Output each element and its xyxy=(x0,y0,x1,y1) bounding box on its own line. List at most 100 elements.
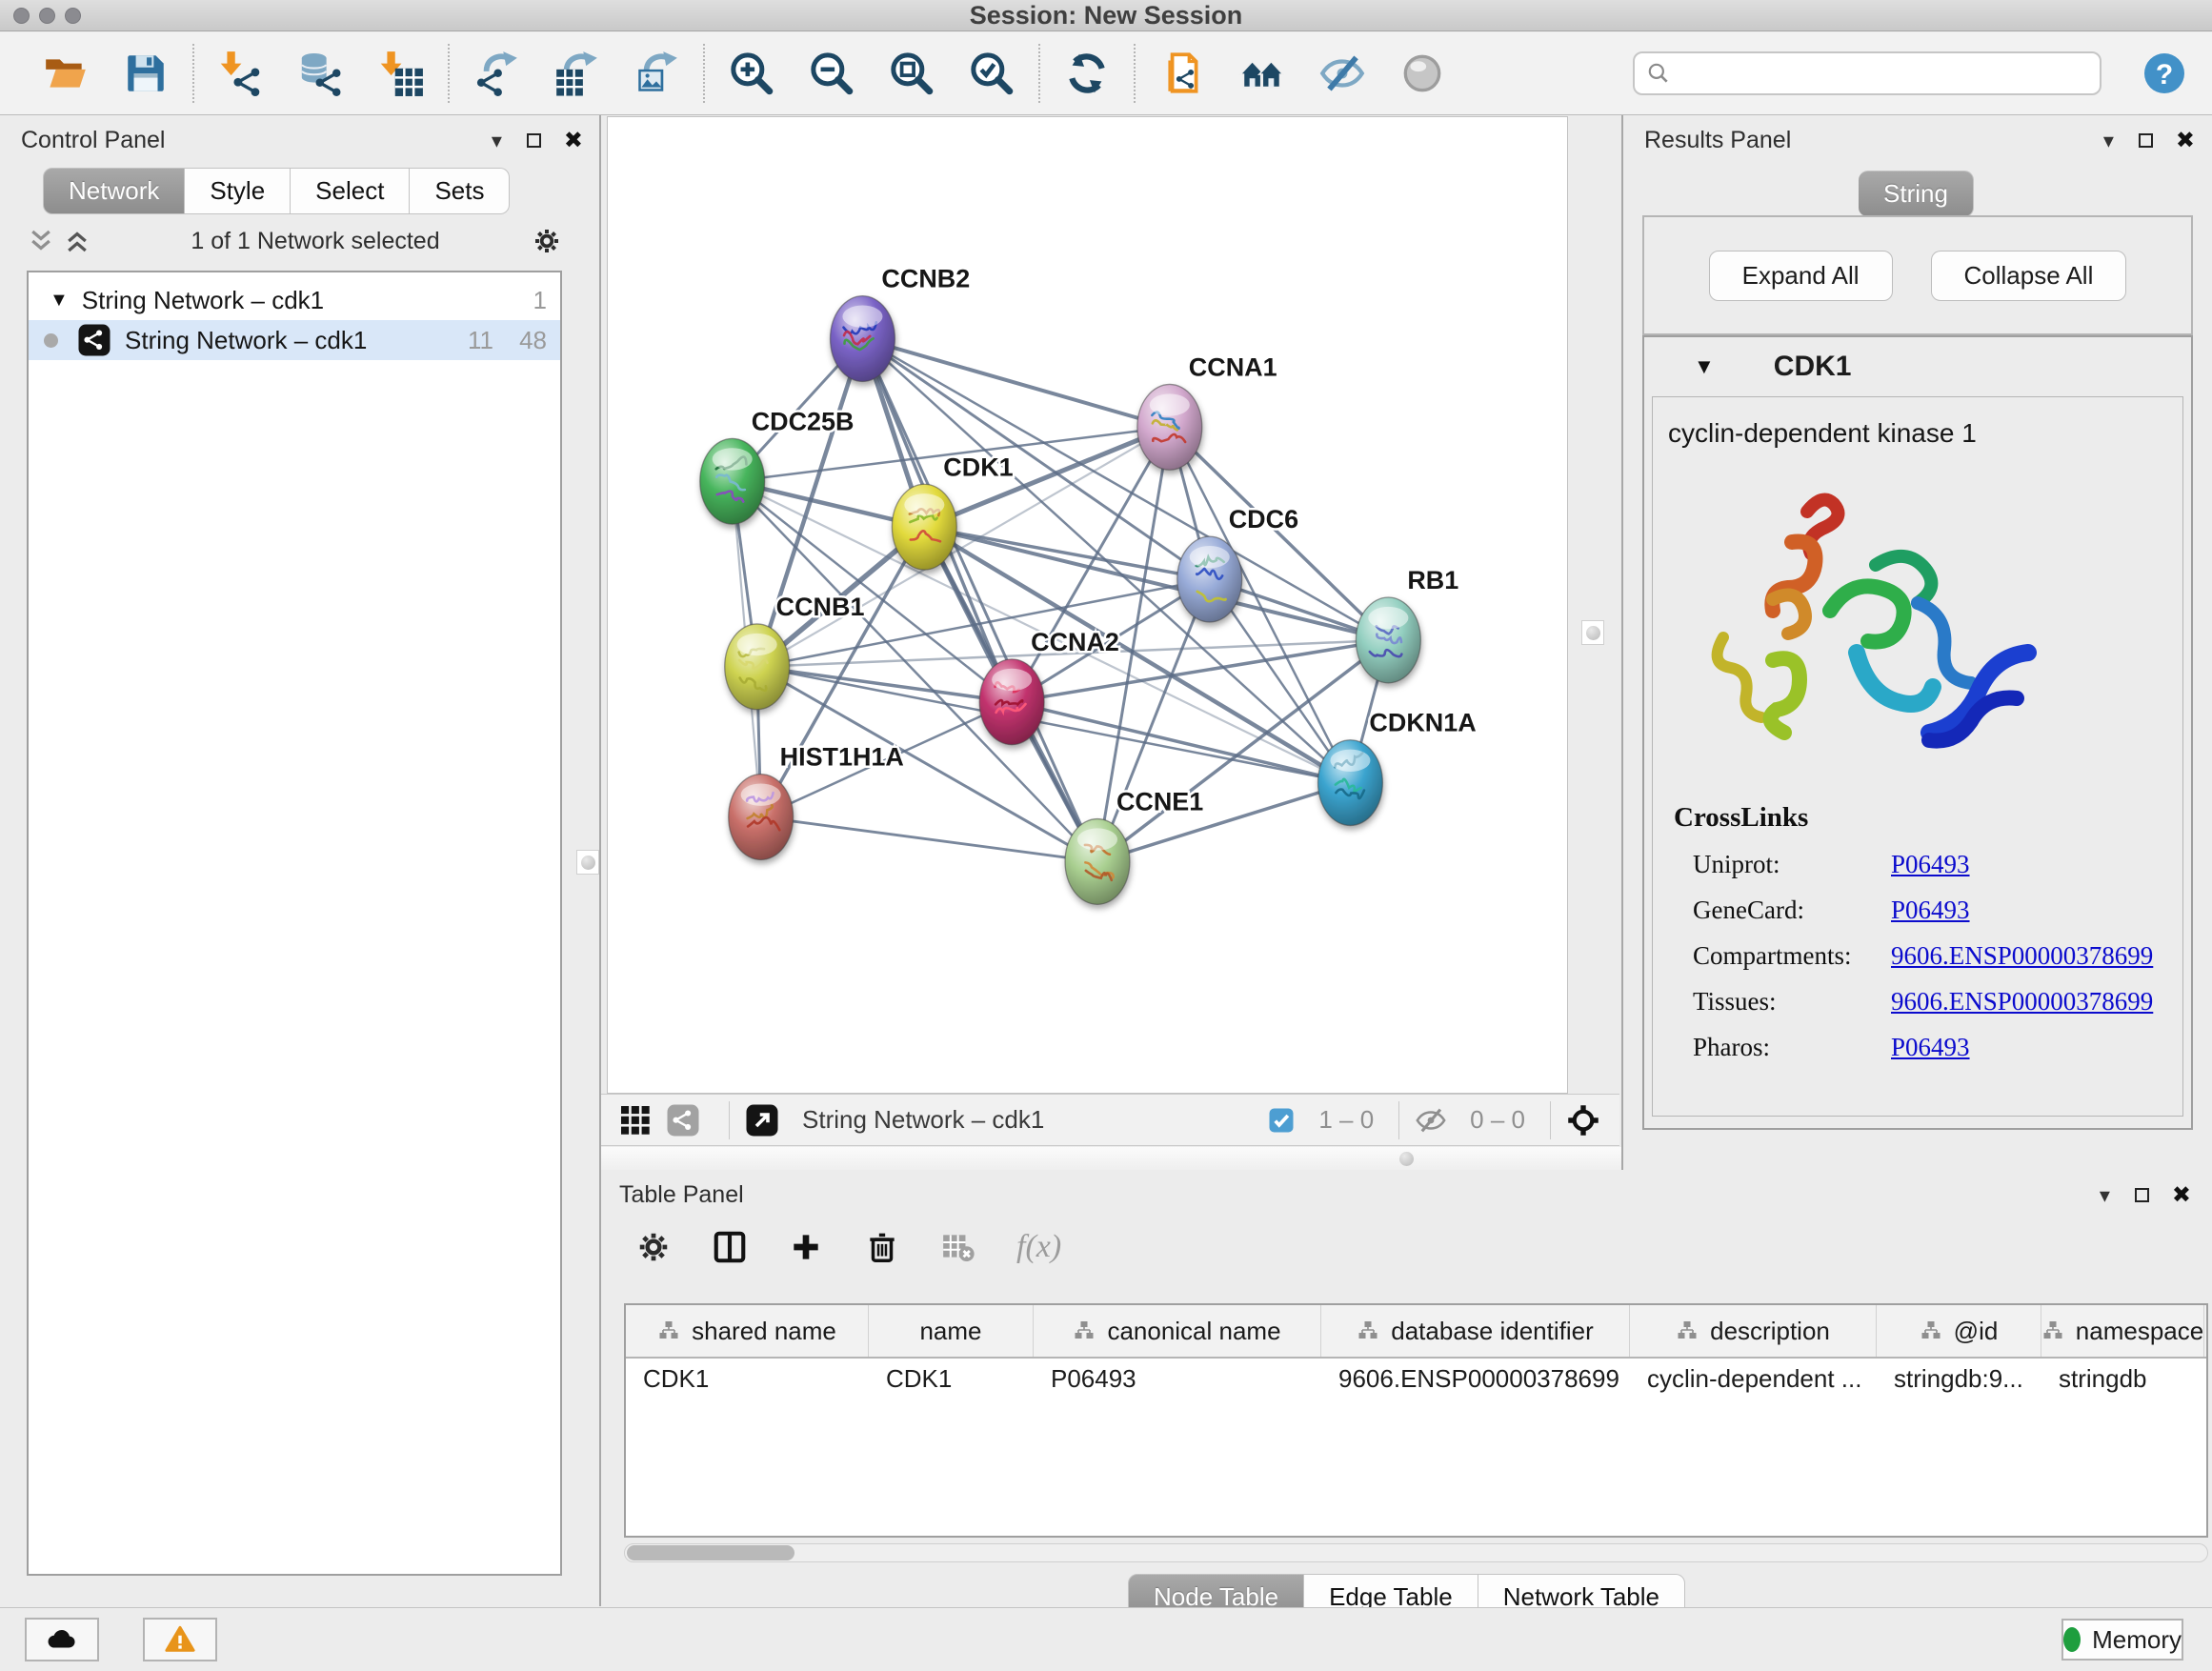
panel-float-icon[interactable] xyxy=(527,133,541,148)
grid-view-icon[interactable] xyxy=(618,1103,653,1137)
import-table-from-file-icon[interactable] xyxy=(377,50,425,97)
add-column-icon[interactable] xyxy=(788,1229,824,1265)
node-HIST1H1A[interactable]: HIST1H1A xyxy=(729,743,904,860)
open-session-icon[interactable] xyxy=(42,50,90,97)
crosslink-row: Tissues: 9606.ENSP00000378699 xyxy=(1674,987,2169,1017)
node-CCNA1[interactable]: CCNA1 xyxy=(1137,352,1277,470)
crosslink-link[interactable]: 9606.ENSP00000378699 xyxy=(1891,987,2153,1017)
network-options-gear-icon[interactable] xyxy=(532,226,562,256)
search-input[interactable] xyxy=(1679,60,2088,88)
panel-float-icon[interactable] xyxy=(2139,133,2153,148)
protein-description: cyclin-dependent kinase 1 xyxy=(1653,397,2182,449)
export-network-icon[interactable] xyxy=(473,50,520,97)
column-header-@id[interactable]: @id xyxy=(1877,1305,2041,1357)
hidden-eye-icon[interactable] xyxy=(1415,1104,1447,1137)
detach-view-icon[interactable] xyxy=(745,1103,779,1137)
export-table-icon[interactable] xyxy=(553,50,600,97)
panel-close-icon[interactable]: ✖ xyxy=(2172,1181,2191,1209)
zoom-selected-icon[interactable] xyxy=(968,50,1016,97)
crosslink-row: Uniprot: P06493 xyxy=(1674,850,2169,879)
collapse-all-button[interactable]: Collapse All xyxy=(1931,251,2127,301)
zoom-out-icon[interactable] xyxy=(808,50,855,97)
import-network-from-file-icon[interactable] xyxy=(217,50,265,97)
table-cell: P06493 xyxy=(1034,1364,1321,1394)
crosslink-link[interactable]: P06493 xyxy=(1891,896,1970,925)
search-box[interactable] xyxy=(1633,51,2101,95)
selected-checkbox-icon[interactable] xyxy=(1267,1106,1296,1135)
column-header-canonical-name[interactable]: canonical name xyxy=(1034,1305,1321,1357)
edge-CCNB2-CCNA1[interactable] xyxy=(862,339,1169,428)
table-panel-header: Table Panel ▾ ✖ xyxy=(619,1181,2191,1209)
update-view-icon[interactable] xyxy=(1063,50,1111,97)
tab-string[interactable]: String xyxy=(1859,171,1974,217)
column-header-database-identifier[interactable]: database identifier xyxy=(1321,1305,1630,1357)
network-overview-icon[interactable] xyxy=(1158,50,1206,97)
crosslink-link[interactable]: P06493 xyxy=(1891,1033,1970,1062)
collapse-all-networks-icon[interactable] xyxy=(27,227,55,255)
table-header-row: shared namenamecanonical namedatabase id… xyxy=(626,1305,2206,1359)
network-collection-row[interactable]: ▼ String Network – cdk1 1 xyxy=(29,280,560,320)
warnings-button[interactable] xyxy=(143,1618,217,1661)
home-pages-icon[interactable] xyxy=(1238,50,1286,97)
crosslink-link[interactable]: P06493 xyxy=(1891,850,1970,879)
column-header-shared-name[interactable]: shared name xyxy=(626,1305,869,1357)
network-label: String Network – cdk1 xyxy=(125,326,440,355)
network-view-title: String Network – cdk1 xyxy=(802,1105,1267,1135)
protein-entry-header[interactable]: ▼ CDK1 xyxy=(1644,337,2191,396)
show-columns-icon[interactable] xyxy=(712,1229,748,1265)
network-share-icon[interactable] xyxy=(666,1103,700,1137)
floating-ball-icon[interactable] xyxy=(1398,50,1446,97)
table-cell: stringdb:9... xyxy=(1877,1364,2041,1394)
node-RB1[interactable]: RB1 xyxy=(1356,566,1458,683)
scrollbar-thumb[interactable] xyxy=(627,1545,794,1560)
tab-select[interactable]: Select xyxy=(291,168,410,214)
panel-close-icon[interactable]: ✖ xyxy=(2176,127,2195,154)
panel-menu-icon[interactable]: ▾ xyxy=(492,129,502,153)
save-session-icon[interactable] xyxy=(122,50,170,97)
tab-style[interactable]: Style xyxy=(185,168,291,214)
help-icon[interactable]: ? xyxy=(2142,50,2187,96)
expand-all-networks-icon[interactable] xyxy=(63,227,91,255)
export-image-icon[interactable] xyxy=(633,50,680,97)
column-header-namespace[interactable]: namespace xyxy=(2041,1305,2204,1357)
expand-all-button[interactable]: Expand All xyxy=(1709,251,1893,301)
column-header-name[interactable]: name xyxy=(869,1305,1034,1357)
right-splitter-handle[interactable] xyxy=(1581,620,1604,645)
node-CCNE1[interactable]: CCNE1 xyxy=(1065,788,1203,905)
entry-expander-icon[interactable]: ▼ xyxy=(1694,354,1715,379)
panel-close-icon[interactable]: ✖ xyxy=(564,127,583,154)
tree-expander-icon[interactable]: ▼ xyxy=(50,290,69,312)
table-horizontal-scrollbar[interactable] xyxy=(624,1543,2208,1562)
crosslink-label: Pharos: xyxy=(1693,1033,1891,1062)
panel-menu-icon[interactable]: ▾ xyxy=(2100,1183,2110,1208)
shared-column-icon xyxy=(1676,1319,1699,1342)
network-view-canvas[interactable]: CCNB2CCNA1CDC25BCDK1CDC6RB1CCNB1CCNA2CDK… xyxy=(607,116,1568,1094)
table-options-gear-icon[interactable] xyxy=(635,1229,672,1265)
table-row[interactable]: CDK1CDK1P064939606.ENSP00000378699cyclin… xyxy=(626,1359,2206,1399)
table-body: CDK1CDK1P064939606.ENSP00000378699cyclin… xyxy=(626,1359,2206,1399)
network-row[interactable]: String Network – cdk1 11 48 xyxy=(29,320,560,360)
hide-panels-icon[interactable] xyxy=(1318,50,1366,97)
zoom-in-icon[interactable] xyxy=(728,50,775,97)
node-CDKN1A[interactable]: CDKN1A xyxy=(1318,709,1477,826)
hidden-count-badge: 0 – 0 xyxy=(1470,1105,1525,1135)
tab-sets[interactable]: Sets xyxy=(410,168,510,214)
cloud-status-button[interactable] xyxy=(25,1618,99,1661)
column-header-description[interactable]: description xyxy=(1630,1305,1877,1357)
crosslink-link[interactable]: 9606.ENSP00000378699 xyxy=(1891,941,2153,971)
edge-CCNB2-CCNE1[interactable] xyxy=(862,339,1097,862)
tab-network[interactable]: Network xyxy=(43,168,185,214)
delete-column-icon[interactable] xyxy=(864,1229,900,1265)
memory-button[interactable]: Memory xyxy=(2061,1619,2183,1661)
edge-HIST1H1A-CCNE1[interactable] xyxy=(761,817,1097,862)
edge-CCNA2-CDKN1A[interactable] xyxy=(1012,702,1350,783)
toolbar-group xyxy=(194,50,448,97)
node-label: CDK1 xyxy=(943,453,1013,481)
zoom-fit-icon[interactable] xyxy=(888,50,935,97)
import-network-from-database-icon[interactable] xyxy=(297,50,345,97)
node-gloss-highlight xyxy=(904,493,944,515)
panel-menu-icon[interactable]: ▾ xyxy=(2103,129,2114,153)
birds-eye-view-icon[interactable] xyxy=(1566,1103,1600,1137)
panel-float-icon[interactable] xyxy=(2135,1188,2149,1202)
left-splitter-handle[interactable] xyxy=(576,850,599,875)
